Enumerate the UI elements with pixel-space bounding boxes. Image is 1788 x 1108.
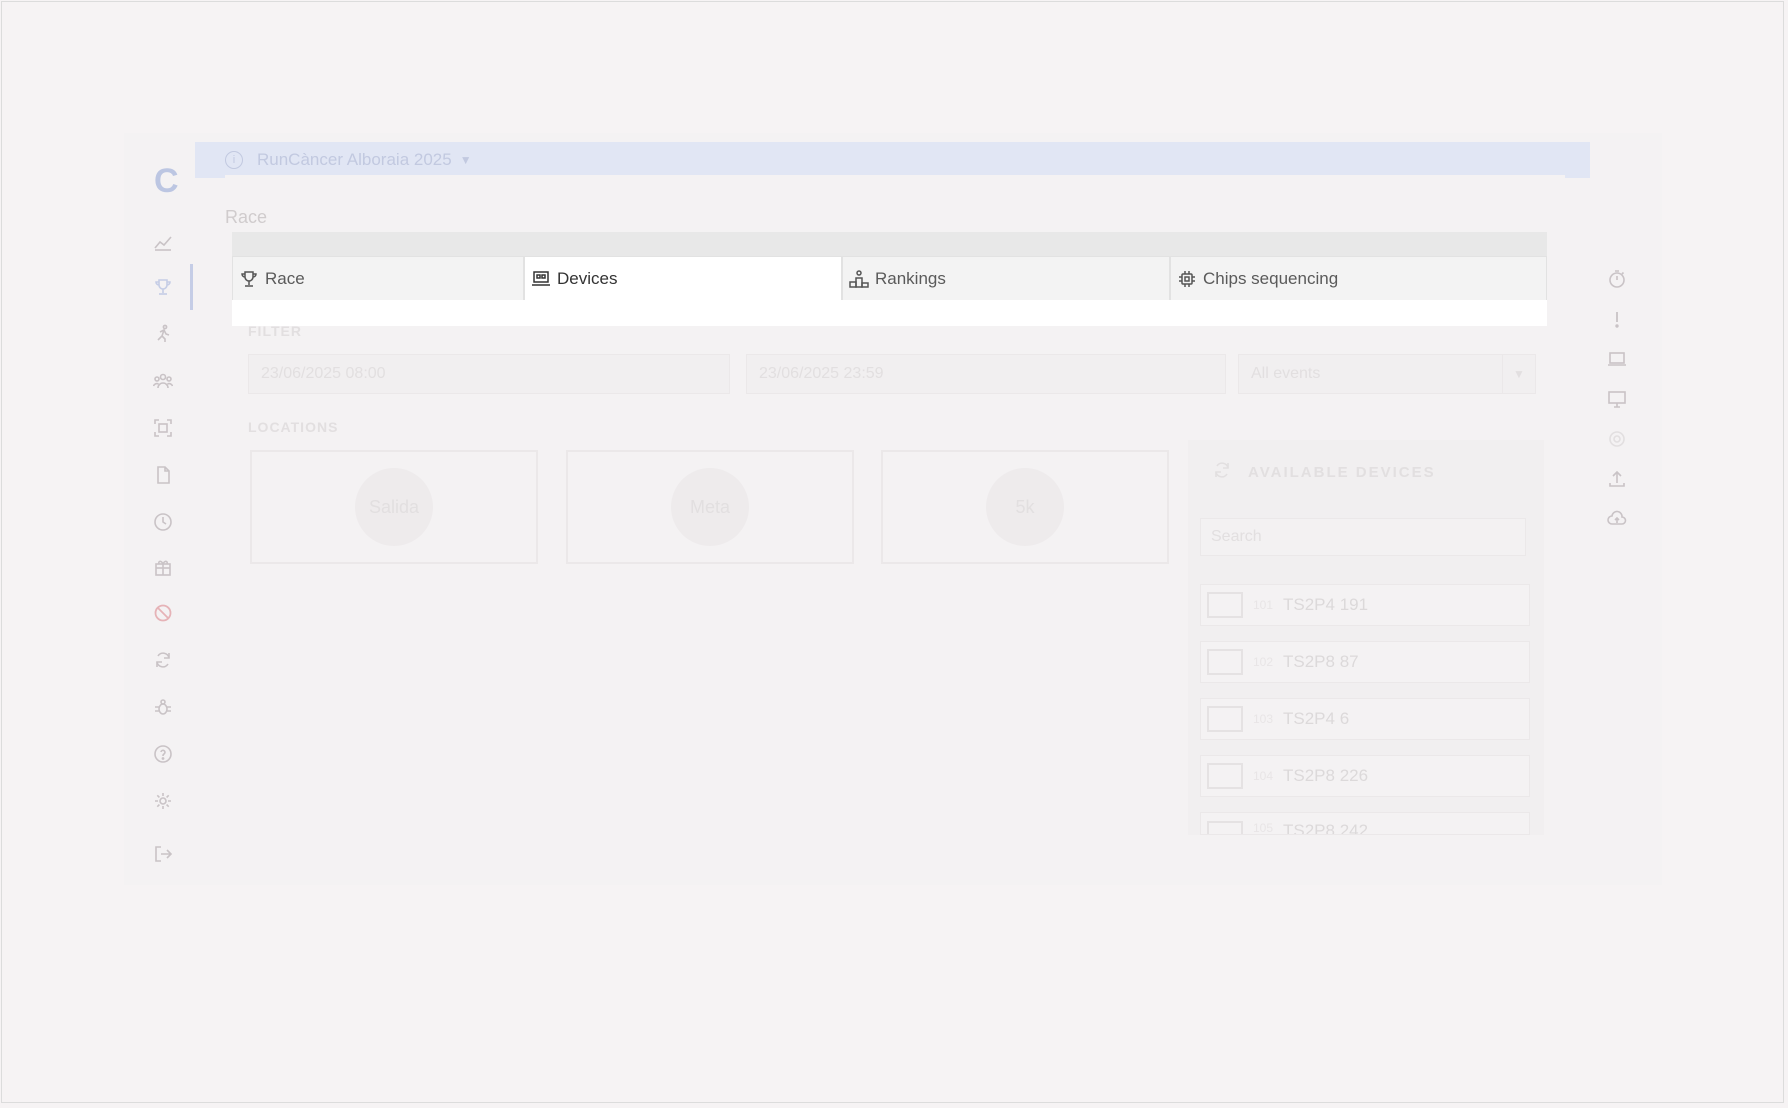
- device-item[interactable]: 102 TS2P8 87: [1200, 641, 1530, 683]
- location-card[interactable]: 5k: [881, 450, 1169, 564]
- available-devices-panel: AVAILABLE DEVICES Search 101 TS2P4 191 1…: [1188, 440, 1544, 835]
- tab-race[interactable]: Race: [232, 256, 524, 300]
- laptop-icon: [532, 270, 550, 286]
- chart-icon[interactable]: [152, 231, 174, 253]
- settings-icon[interactable]: [152, 790, 174, 812]
- device-item[interactable]: 105 TS2P8 242: [1200, 812, 1530, 835]
- tab-label: Race: [265, 268, 305, 288]
- bug-icon[interactable]: [152, 696, 174, 718]
- cloud-upload-icon[interactable]: [1605, 507, 1629, 531]
- users-icon[interactable]: [152, 370, 174, 392]
- help-icon[interactable]: [152, 743, 174, 765]
- device-item[interactable]: 101 TS2P4 191: [1200, 584, 1530, 626]
- tab-rankings[interactable]: Rankings: [842, 256, 1170, 300]
- device-name: TS2P8 226: [1283, 766, 1369, 785]
- sidebar: C: [124, 140, 194, 880]
- device-reader-icon: [1207, 706, 1243, 732]
- end-date-input[interactable]: 23/06/2025 23:59: [746, 354, 1226, 394]
- device-badge: 102: [1253, 655, 1274, 669]
- sidebar-active-indicator: [190, 264, 193, 310]
- device-item[interactable]: 104 TS2P8 226: [1200, 755, 1530, 797]
- ban-icon[interactable]: [152, 602, 174, 624]
- tab-bar: Race Devices Rankings Chips sequencing: [232, 256, 1547, 300]
- chevron-down-icon[interactable]: ▼: [1502, 355, 1535, 393]
- laptop-icon[interactable]: [1605, 347, 1629, 371]
- tab-label: Rankings: [875, 268, 946, 288]
- location-card[interactable]: Meta: [566, 450, 854, 564]
- device-reader-icon: [1207, 592, 1243, 618]
- gift-icon[interactable]: [152, 556, 174, 578]
- event-name[interactable]: RunCàncer Alboraia 2025: [257, 150, 452, 170]
- device-badge: 101: [1253, 598, 1274, 612]
- tab-content-top: [232, 300, 1547, 326]
- document-icon[interactable]: [152, 464, 174, 486]
- info-icon: i: [225, 151, 243, 169]
- device-reader-icon: [1207, 821, 1243, 834]
- device-name: TS2P8 242: [1283, 821, 1369, 835]
- start-date-input[interactable]: 23/06/2025 08:00: [248, 354, 730, 394]
- device-item[interactable]: 103 TS2P4 6: [1200, 698, 1530, 740]
- chevron-down-icon[interactable]: ▼: [460, 153, 472, 167]
- event-select-value: All events: [1251, 365, 1321, 382]
- runner-icon[interactable]: [152, 323, 174, 345]
- trophy-icon: [241, 270, 257, 287]
- devices-header: AVAILABLE DEVICES: [1212, 460, 1436, 484]
- logout-icon[interactable]: [152, 843, 174, 865]
- locations-heading: LOCATIONS: [248, 419, 339, 435]
- device-name: TS2P8 87: [1283, 652, 1359, 671]
- refresh-icon[interactable]: [1212, 460, 1232, 484]
- device-reader-icon: [1207, 763, 1243, 789]
- upload-icon[interactable]: [1605, 467, 1629, 491]
- scan-icon[interactable]: [152, 417, 174, 439]
- tab-devices[interactable]: Devices: [524, 256, 842, 300]
- location-name: Meta: [671, 468, 749, 546]
- location-name: Salida: [355, 468, 433, 546]
- app-logo: C: [154, 162, 179, 200]
- tab-label: Devices: [557, 268, 618, 288]
- monitor-icon[interactable]: [1605, 387, 1629, 411]
- device-badge: 105: [1253, 821, 1274, 835]
- page-title: Race: [225, 207, 268, 227]
- clock-icon[interactable]: [152, 511, 174, 533]
- location-name: 5k: [986, 468, 1064, 546]
- gear-icon[interactable]: [1605, 427, 1629, 451]
- location-card[interactable]: Salida: [250, 450, 538, 564]
- device-badge: 104: [1253, 769, 1274, 783]
- chip-icon: [1179, 270, 1195, 287]
- event-select[interactable]: All events ▼: [1238, 354, 1536, 394]
- device-search-input[interactable]: Search: [1200, 518, 1526, 556]
- alert-icon[interactable]: [1605, 307, 1629, 331]
- device-badge: 103: [1253, 712, 1274, 726]
- tab-label: Chips sequencing: [1203, 268, 1339, 288]
- tab-chips-sequencing[interactable]: Chips sequencing: [1170, 256, 1547, 300]
- device-reader-icon: [1207, 649, 1243, 675]
- sync-icon[interactable]: [152, 649, 174, 671]
- trophy-icon[interactable]: [152, 276, 174, 298]
- tab-strip-background: [232, 232, 1547, 256]
- podium-icon: [849, 269, 869, 288]
- stopwatch-icon[interactable]: [1605, 267, 1629, 291]
- device-name: TS2P4 191: [1283, 595, 1369, 614]
- filter-heading: FILTER: [248, 323, 302, 339]
- devices-heading: AVAILABLE DEVICES: [1248, 463, 1436, 481]
- device-name: TS2P4 6: [1283, 709, 1350, 728]
- event-selector-bar[interactable]: i RunCàncer Alboraia 2025 ▼: [195, 142, 1590, 178]
